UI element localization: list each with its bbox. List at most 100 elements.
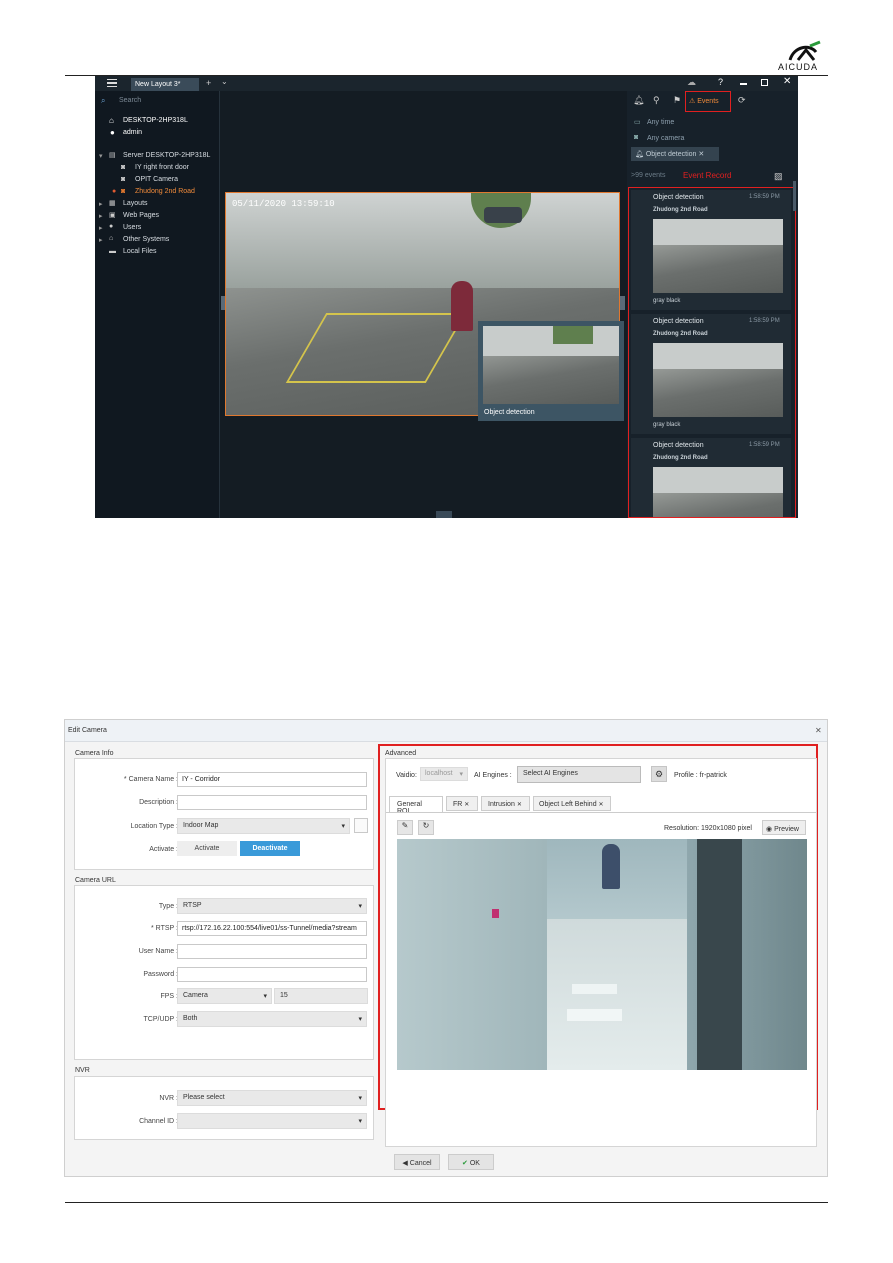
motion-icon[interactable]: ⚲ xyxy=(653,95,660,106)
camera-name-input[interactable]: IY - Corridor xyxy=(177,772,367,787)
event-card[interactable]: Object detection 1:58:59 PM Zhudong 2nd … xyxy=(631,438,791,517)
user-node[interactable]: admin xyxy=(123,129,142,136)
collapse-right-handle[interactable] xyxy=(620,296,625,310)
map-icon[interactable] xyxy=(354,818,368,833)
roi-camera-view[interactable] xyxy=(397,839,807,1070)
expand-icon[interactable]: ▸ xyxy=(99,200,103,208)
close-chip-icon[interactable]: ✕ xyxy=(698,151,704,158)
maximize-icon[interactable] xyxy=(761,79,768,86)
cancel-button[interactable]: ◀ Cancel xyxy=(394,1154,440,1170)
tab-fr[interactable]: FR ✕ xyxy=(446,796,478,811)
bottom-handle[interactable] xyxy=(436,511,452,518)
event-caption: gray black xyxy=(653,298,681,304)
cloud-icon[interactable]: ☁ xyxy=(687,77,696,88)
camera-node-selected[interactable]: Zhudong 2nd Road xyxy=(135,188,195,195)
event-title: Object detection xyxy=(653,194,704,201)
detection-popup[interactable]: Object detection xyxy=(478,321,624,421)
fps-input[interactable]: 15 xyxy=(274,988,368,1004)
users-node[interactable]: Users xyxy=(123,224,141,231)
thumb-wall xyxy=(653,467,783,493)
type-select[interactable]: RTSP ▾ xyxy=(177,898,367,914)
tab-general-roi[interactable]: General ROI xyxy=(389,796,443,815)
minimize-icon[interactable] xyxy=(740,83,747,85)
dropdown-arrow-icon: ▾ xyxy=(358,1095,362,1102)
camera-node[interactable]: OPIT Camera xyxy=(135,176,178,183)
camera-icon: ◙ xyxy=(121,188,126,195)
vaidio-select[interactable]: localhost ▾ xyxy=(420,767,468,781)
channel-id-select[interactable]: ▾ xyxy=(177,1113,367,1129)
bell-icon[interactable]: 🔔︎ xyxy=(633,95,644,106)
activate-button[interactable]: Activate xyxy=(177,841,237,856)
fps-mode-select[interactable]: Camera ▾ xyxy=(177,988,272,1004)
tcp-udp-select[interactable]: Both ▾ xyxy=(177,1011,367,1027)
description-input[interactable] xyxy=(177,795,367,810)
ai-engines-select[interactable]: Select AI Engines xyxy=(517,766,641,783)
event-card[interactable]: Object detection 1:58:59 PM Zhudong 2nd … xyxy=(631,314,791,434)
events-tab[interactable]: ⚠ Events xyxy=(685,91,731,112)
panel-scrollbar[interactable] xyxy=(793,181,796,211)
password-input[interactable] xyxy=(177,967,367,982)
username-input[interactable] xyxy=(177,944,367,959)
pencil-icon[interactable]: ✎ xyxy=(397,820,413,835)
nvr-select[interactable]: Please select ▾ xyxy=(177,1090,367,1106)
menu-icon[interactable] xyxy=(107,79,117,87)
expand-icon[interactable]: ▸ xyxy=(99,212,103,220)
close-tab-icon[interactable]: ✕ xyxy=(599,802,604,808)
local-files-node[interactable]: Local Files xyxy=(123,248,156,255)
nvr-value: Please select xyxy=(183,1094,225,1101)
image-icon[interactable]: ▨ xyxy=(774,171,783,182)
help-icon[interactable]: ? xyxy=(718,77,723,87)
search-icon[interactable]: ⌕ xyxy=(101,96,105,106)
gear-icon[interactable]: ⚙ xyxy=(651,766,667,782)
location-select[interactable]: Indoor Map ▾ xyxy=(177,818,350,834)
type-filter-chip[interactable]: 🔔︎ Object detection ✕ xyxy=(631,147,719,161)
ok-button[interactable]: ✔ OK xyxy=(448,1154,494,1170)
camera-node[interactable]: IY right front door xyxy=(135,164,189,171)
dialog-close-icon[interactable]: ✕ xyxy=(815,726,822,735)
deactivate-button[interactable]: Deactivate xyxy=(240,841,300,856)
other-systems-node[interactable]: Other Systems xyxy=(123,236,169,243)
ai-engines-label: AI Engines : xyxy=(474,772,512,779)
sync-icon[interactable]: ⟳ xyxy=(738,95,746,106)
thumb-wall xyxy=(653,343,783,369)
event-card[interactable]: Object detection 1:58:59 PM Zhudong 2nd … xyxy=(631,190,791,310)
refresh-icon[interactable]: ↻ xyxy=(418,820,434,835)
logo-text: AICUDA xyxy=(778,62,819,72)
add-tab-icon[interactable]: + xyxy=(206,78,211,88)
advanced-section: Vaidio: localhost ▾ AI Engines : Select A… xyxy=(385,758,817,1147)
close-icon[interactable]: ✕ xyxy=(783,76,791,87)
ok-label: OK xyxy=(469,1160,480,1167)
password-label: Password : xyxy=(143,971,178,978)
expand-icon[interactable]: ▸ xyxy=(99,236,103,244)
tab-label: FR xyxy=(453,801,463,808)
tab-intrusion[interactable]: Intrusion ✕ xyxy=(481,796,530,811)
host-node[interactable]: DESKTOP-2HP318L xyxy=(123,117,188,124)
camera-filter[interactable]: Any camera xyxy=(647,135,684,142)
tab-label: Intrusion xyxy=(488,801,515,808)
layouts-node[interactable]: Layouts xyxy=(123,200,148,207)
folder-icon: ▬ xyxy=(109,248,116,255)
web-pages-node[interactable]: Web Pages xyxy=(123,212,159,219)
collapse-left-handle[interactable] xyxy=(221,296,225,310)
preview-button[interactable]: ◉ Preview xyxy=(762,820,806,835)
close-tab-icon[interactable]: ✕ xyxy=(517,802,522,808)
layout-tab[interactable]: New Layout 3* xyxy=(131,78,199,91)
server-node[interactable]: Server DESKTOP-2HP318L xyxy=(123,152,210,159)
rtsp-input[interactable]: rtsp://172.16.22.100:554/live01/ss-Tunne… xyxy=(177,921,367,936)
event-thumbnail xyxy=(653,467,783,517)
bookmark-icon[interactable]: ⚑ xyxy=(673,95,681,106)
tab-object-left-behind[interactable]: Object Left Behind ✕ xyxy=(533,796,611,811)
vaidio-value: localhost xyxy=(425,770,453,777)
expand-icon[interactable]: ▸ xyxy=(99,224,103,232)
expand-icon[interactable]: ▾ xyxy=(99,152,103,160)
chevron-down-icon[interactable]: ⌄ xyxy=(221,77,228,86)
nvr-label: NVR : xyxy=(159,1095,178,1102)
check-icon: ✔ xyxy=(462,1160,468,1167)
time-filter[interactable]: Any time xyxy=(647,119,674,126)
close-tab-icon[interactable]: ✕ xyxy=(464,802,469,808)
timestamp-overlay: 05/11/2020 13:59:10 xyxy=(232,199,335,209)
other-systems-icon: ⌂ xyxy=(109,235,114,242)
detection-thumbnail xyxy=(483,326,619,404)
camera-info-section: * Camera Name : IY - Corridor Descriptio… xyxy=(74,758,374,870)
search-input[interactable]: Search xyxy=(119,97,141,104)
